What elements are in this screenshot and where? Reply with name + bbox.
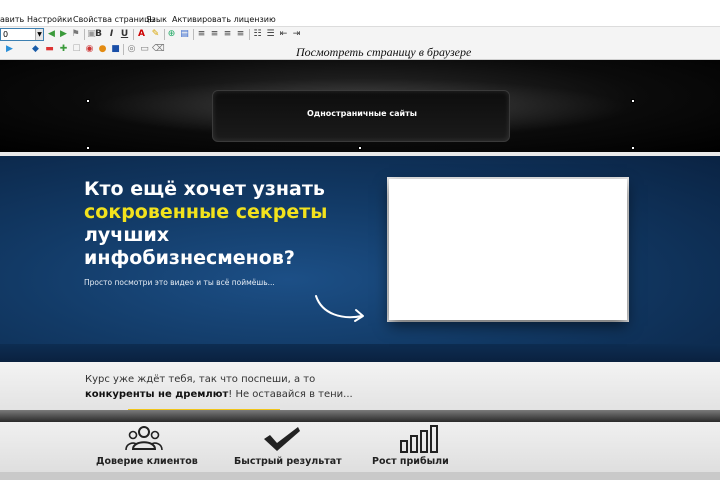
puzzle-icon[interactable]: ✚ bbox=[58, 44, 69, 55]
bold-button[interactable]: B bbox=[93, 29, 104, 40]
feature-label-fast-result: Быстрый результат bbox=[234, 456, 342, 467]
highlight-icon[interactable]: ✎ bbox=[150, 29, 161, 40]
headline-line-1: Кто ещё хочет узнать bbox=[84, 178, 325, 200]
nav-title: Одностраничные сайты bbox=[306, 109, 417, 118]
forward-arrow-icon[interactable]: ▶ bbox=[58, 29, 69, 40]
align-right-icon[interactable]: ≡ bbox=[222, 29, 233, 40]
bullet-list-icon[interactable]: ☰ bbox=[265, 29, 276, 40]
paypal-icon[interactable]: ◆ bbox=[30, 44, 41, 55]
hero-subline: Просто посмотри это видео и ты всё поймё… bbox=[84, 278, 275, 287]
headline-line-3: лучших bbox=[84, 224, 170, 246]
preview-in-browser-link[interactable]: Посмотреть страницу в браузере bbox=[296, 45, 471, 60]
form-icon[interactable]: ■ bbox=[110, 44, 121, 55]
font-size-select[interactable]: 0 ▼ bbox=[0, 28, 44, 41]
align-center-icon[interactable]: ≡ bbox=[209, 29, 220, 40]
selection-handle[interactable] bbox=[86, 99, 90, 103]
section-divider bbox=[0, 410, 720, 422]
align-justify-icon[interactable]: ≡ bbox=[235, 29, 246, 40]
timer-icon[interactable]: ● bbox=[97, 44, 108, 55]
menu-item-settings[interactable]: Настройки bbox=[27, 15, 72, 24]
toolbar-separator bbox=[84, 29, 85, 40]
people-group-icon bbox=[125, 426, 163, 451]
bar-chart-icon bbox=[400, 425, 438, 453]
menu-item-page-properties[interactable]: Свойства страницы bbox=[73, 15, 156, 24]
feature-label-trust: Доверие клиентов bbox=[96, 456, 198, 467]
font-color-icon[interactable]: A bbox=[136, 29, 147, 40]
code-icon[interactable]: ▭ bbox=[139, 44, 150, 55]
insert-image-icon[interactable]: ▤ bbox=[179, 29, 190, 40]
selection-handle[interactable] bbox=[631, 99, 635, 103]
video-icon[interactable]: ▶ bbox=[4, 44, 15, 55]
course-text-bold: конкуренты не дремлют bbox=[85, 389, 229, 400]
feature-label-profit-growth: Рост прибыли bbox=[372, 456, 449, 467]
checkbox-icon[interactable]: ☐ bbox=[71, 44, 82, 55]
course-text-part-2: ! Не оставайся в тени... bbox=[228, 389, 353, 400]
menu-bar: авить Настройки Свойства страницы Язык А… bbox=[0, 0, 720, 26]
insert-toolbar: ▶ ◆ ▬ ✚ ☐ ◉ ● ■ ◎ ▭ ⌫ Посмотреть страниц… bbox=[0, 42, 720, 60]
headline-highlight: сокровенные секреты bbox=[84, 201, 328, 223]
underline-button[interactable]: U bbox=[119, 29, 130, 40]
link-icon[interactable]: ⊕ bbox=[166, 29, 177, 40]
indent-icon[interactable]: ⇥ bbox=[291, 29, 302, 40]
toolbar-separator bbox=[164, 29, 165, 40]
bookmark-icon[interactable]: ⚑ bbox=[70, 29, 81, 40]
italic-button[interactable]: I bbox=[106, 29, 117, 40]
toolbar-separator bbox=[249, 29, 250, 40]
countdown-icon[interactable]: ◉ bbox=[84, 44, 95, 55]
course-text-part-1: Курс уже ждёт тебя, так что поспеши, а т… bbox=[85, 374, 316, 385]
clear-icon[interactable]: ⌫ bbox=[152, 44, 165, 55]
footer-strip bbox=[0, 472, 720, 480]
chevron-down-icon[interactable]: ▼ bbox=[35, 29, 43, 40]
formatting-toolbar: 0 ▼ ◀ ▶ ⚑ ▣ B I U A ✎ ⊕ ▤ ≡ ≡ ≡ ≡ ☷ ☰ ⇤ … bbox=[0, 26, 720, 42]
nav-box[interactable]: Одностраничные сайты bbox=[212, 90, 510, 142]
font-size-value: 0 bbox=[3, 30, 9, 39]
toolbar-separator bbox=[123, 44, 124, 55]
horizontal-line-icon[interactable]: ▬ bbox=[44, 44, 55, 55]
toolbar-separator bbox=[193, 29, 194, 40]
course-text: Курс уже ждёт тебя, так что поспеши, а т… bbox=[85, 372, 385, 402]
hero-bottom-strip bbox=[0, 344, 720, 362]
align-left-icon[interactable]: ≡ bbox=[196, 29, 207, 40]
headline-line-4: инфобизнесменов? bbox=[84, 247, 295, 269]
menu-item-activate-license[interactable]: Активировать лицензию bbox=[172, 15, 276, 24]
menu-item-edit[interactable]: авить bbox=[0, 15, 24, 24]
video-placeholder[interactable] bbox=[389, 179, 627, 320]
curved-arrow-icon bbox=[315, 295, 364, 322]
selection-handle[interactable] bbox=[86, 146, 90, 150]
toolbar-separator bbox=[133, 29, 134, 40]
outdent-icon[interactable]: ⇤ bbox=[278, 29, 289, 40]
settings-icon[interactable]: ◎ bbox=[126, 44, 137, 55]
selection-handle[interactable] bbox=[631, 146, 635, 150]
checkmark-icon bbox=[264, 427, 300, 451]
selection-handle[interactable] bbox=[358, 146, 362, 150]
back-arrow-icon[interactable]: ◀ bbox=[46, 29, 57, 40]
hero-headline: Кто ещё хочет узнать сокровенные секреты… bbox=[84, 178, 384, 270]
menu-item-language[interactable]: Язык bbox=[146, 15, 167, 24]
numbered-list-icon[interactable]: ☷ bbox=[252, 29, 263, 40]
